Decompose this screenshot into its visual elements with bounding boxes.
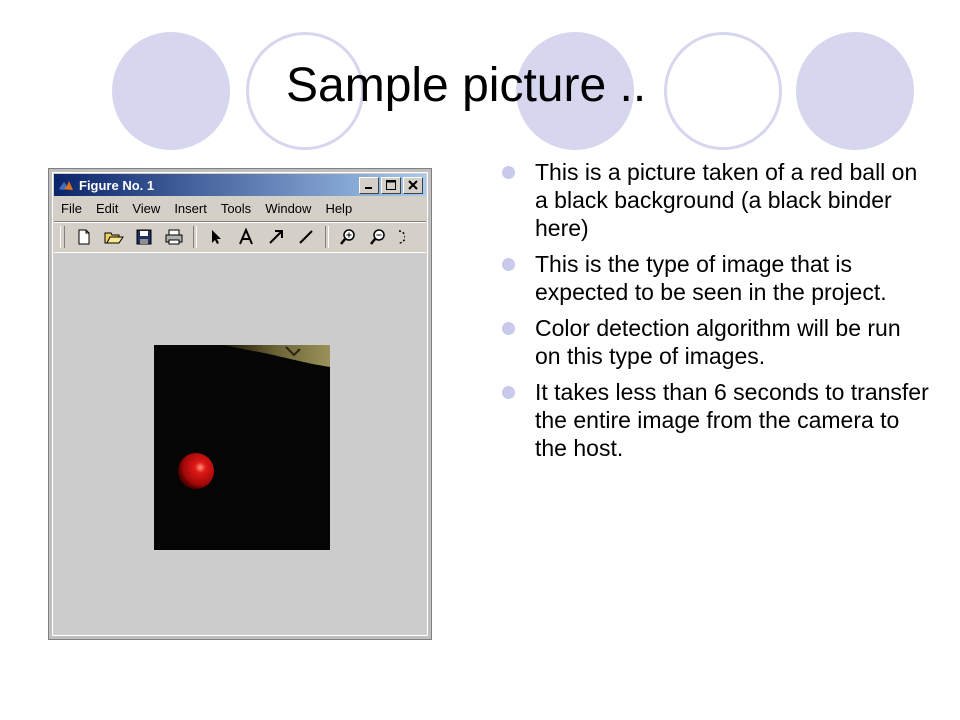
- bullet-list: This is a picture taken of a red ball on…: [502, 158, 932, 470]
- matlab-logo-icon: [59, 181, 73, 190]
- bullet-item: This is a picture taken of a red ball on…: [502, 158, 932, 242]
- bullet-text: Color detection algorithm will be run on…: [535, 315, 901, 369]
- open-file-button[interactable]: [99, 224, 129, 250]
- menu-edit[interactable]: Edit: [89, 201, 125, 216]
- figure-canvas: [54, 253, 426, 634]
- menu-file[interactable]: File: [54, 201, 89, 216]
- red-ball-photo: [154, 345, 330, 550]
- bullet-text: It takes less than 6 seconds to transfer…: [535, 379, 929, 461]
- close-icon: [408, 180, 418, 190]
- menu-window[interactable]: Window: [258, 201, 318, 216]
- save-button[interactable]: [129, 224, 159, 250]
- zoom-in-button[interactable]: [333, 224, 363, 250]
- figure-title: Figure No. 1: [79, 177, 155, 193]
- menu-tools[interactable]: Tools: [214, 201, 258, 216]
- menu-insert[interactable]: Insert: [167, 201, 214, 216]
- text-tool-button[interactable]: [231, 224, 261, 250]
- bullet-dot-icon: [502, 258, 515, 271]
- toolbar-grip[interactable]: [60, 226, 65, 248]
- maximize-button[interactable]: [381, 176, 401, 194]
- minimize-icon: [365, 187, 372, 189]
- maximize-icon: [386, 180, 396, 190]
- menu-help[interactable]: Help: [318, 201, 359, 216]
- bullet-dot-icon: [502, 166, 515, 179]
- minimize-button[interactable]: [359, 176, 379, 194]
- figure-titlebar[interactable]: Figure No. 1: [54, 174, 426, 196]
- zoom-out-icon: [370, 229, 385, 245]
- bullet-text: This is the type of image that is expect…: [535, 251, 887, 305]
- print-button[interactable]: [159, 224, 189, 250]
- text-icon: [239, 228, 253, 245]
- arrow-icon: [269, 230, 283, 244]
- close-button[interactable]: [403, 176, 423, 194]
- save-icon: [136, 229, 152, 245]
- window-controls: [359, 176, 423, 194]
- new-file-icon: [78, 229, 90, 245]
- figure-window: Figure No. 1 File Edit View Insert Tools…: [48, 168, 432, 640]
- bullet-dot-icon: [502, 322, 515, 335]
- figure-frame: Figure No. 1 File Edit View Insert Tools…: [52, 172, 428, 636]
- figure-menubar: File Edit View Insert Tools Window Help: [54, 197, 426, 219]
- bullet-text: This is a picture taken of a red ball on…: [535, 159, 918, 241]
- line-icon: [299, 230, 313, 244]
- menu-view[interactable]: View: [125, 201, 167, 216]
- rotate-icon: [398, 230, 405, 244]
- decor-circle-1: [112, 32, 230, 150]
- figure-toolbar: [54, 221, 426, 253]
- bullet-item: It takes less than 6 seconds to transfer…: [502, 378, 932, 462]
- line-tool-button[interactable]: [291, 224, 321, 250]
- arrow-select-icon: [212, 230, 221, 244]
- print-icon: [165, 229, 183, 245]
- decor-circle-5: [796, 32, 914, 150]
- toolbar-separator: [193, 226, 197, 248]
- bullet-dot-icon: [502, 386, 515, 399]
- select-tool-button[interactable]: [201, 224, 231, 250]
- open-folder-icon: [104, 232, 124, 244]
- arrow-tool-button[interactable]: [261, 224, 291, 250]
- zoom-in-icon: [340, 229, 355, 245]
- rotate-button[interactable]: [393, 224, 407, 250]
- slide-title: Sample picture ..: [286, 59, 647, 112]
- decor-circle-4: [664, 32, 782, 150]
- zoom-out-button[interactable]: [363, 224, 393, 250]
- toolbar-separator: [325, 226, 329, 248]
- bullet-item: Color detection algorithm will be run on…: [502, 314, 932, 370]
- new-figure-button[interactable]: [69, 224, 99, 250]
- bullet-item: This is the type of image that is expect…: [502, 250, 932, 306]
